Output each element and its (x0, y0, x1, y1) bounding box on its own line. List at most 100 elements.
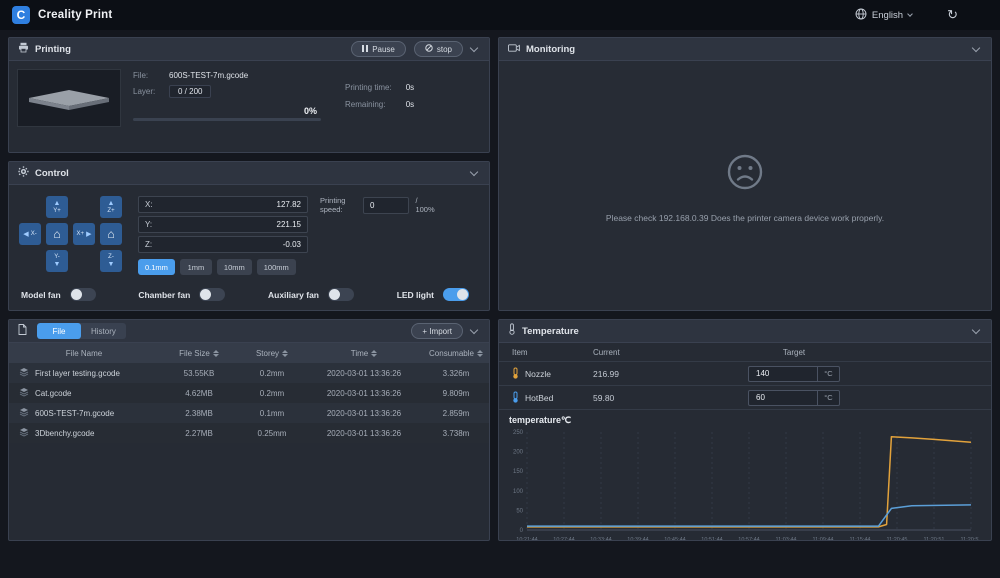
progress-percent-label: 0% (133, 106, 321, 116)
progress-bar (133, 118, 321, 121)
temperature-table-header: Item Current Target (499, 343, 991, 362)
remaining-value: 0s (406, 100, 414, 109)
step-button-1mm[interactable]: 1mm (180, 259, 212, 275)
file-size: 2.27MB (159, 429, 239, 438)
printing-time-label: Printing time: (345, 83, 392, 92)
svg-text:100: 100 (513, 489, 524, 495)
chamber-fan-label: Chamber fan (138, 290, 190, 300)
gcode-file-icon (19, 387, 29, 399)
model-fan-label: Model fan (21, 290, 61, 300)
svg-text:0: 0 (520, 528, 524, 534)
refresh-button[interactable]: ↻ (947, 7, 958, 23)
temperature-row-hotbed: HotBed59.8060°C (499, 386, 991, 410)
toggle-model-fan[interactable] (70, 288, 96, 301)
temperature-row-nozzle: Nozzle216.99140°C (499, 362, 991, 386)
stop-icon (425, 44, 433, 54)
column-header-consumable[interactable]: Consumable (423, 349, 489, 358)
step-button-10mm[interactable]: 10mm (217, 259, 252, 275)
collapse-control-chevron-icon[interactable] (470, 168, 478, 176)
printing-speed-label: Printing speed: (320, 196, 357, 214)
svg-text:11:20:51: 11:20:51 (923, 537, 944, 541)
temperature-chart: 10:21:4410:27:4410:33:4410:39:4410:45:44… (501, 426, 979, 541)
jog-x-minus-button[interactable]: ◀ X- (19, 223, 41, 245)
file-row[interactable]: Cat.gcode4.62MB0.2mm2020-03-01 13:36:269… (9, 383, 489, 403)
file-time: 2020-03-01 13:36:26 (305, 429, 423, 438)
collapse-temperature-chevron-icon[interactable] (972, 326, 980, 334)
column-header-target: Target (709, 348, 879, 357)
arrow-down-icon: ▼ (54, 261, 61, 268)
file-row[interactable]: 600S-TEST-7m.gcode2.38MB0.1mm2020-03-01 … (9, 403, 489, 423)
tab-file[interactable]: File (37, 323, 81, 339)
file-row[interactable]: 3Dbenchy.gcode2.27MB0.25mm2020-03-01 13:… (9, 423, 489, 443)
printing-speed-max: / 100% (415, 196, 434, 214)
pause-button[interactable]: Pause (351, 41, 406, 57)
column-header-file-size[interactable]: File Size (159, 349, 239, 358)
import-button[interactable]: + Import (411, 323, 463, 339)
file-icon (18, 322, 27, 340)
svg-text:10:21:44: 10:21:44 (516, 537, 537, 541)
remaining-label: Remaining: (345, 100, 392, 109)
target-temp-input-hotbed[interactable]: 60°C (748, 390, 840, 406)
column-header-item: Item (499, 348, 579, 357)
axis-input-y[interactable]: Y:221.15 (138, 216, 308, 233)
printing-speed-input[interactable]: 0 (363, 197, 409, 214)
chart-title: temperature℃ (509, 415, 991, 426)
step-button-0.1mm[interactable]: 0.1mm (138, 259, 175, 275)
file-storey: 0.2mm (239, 369, 305, 378)
layer-progress: 0 / 200 (169, 85, 211, 98)
file-name: First layer testing.gcode (35, 369, 120, 378)
svg-text:10:45:44: 10:45:44 (664, 537, 685, 541)
axis-input-x[interactable]: X:127.82 (138, 196, 308, 213)
gcode-file-icon (19, 407, 29, 419)
collapse-printing-chevron-icon[interactable] (470, 44, 478, 52)
jog-z-minus-button[interactable]: Z- ▼ (100, 250, 122, 272)
home-z-button[interactable]: ⌂ (100, 223, 122, 245)
file-name: 600S-TEST-7m.gcode (35, 409, 114, 418)
toggle-auxiliary-fan[interactable] (328, 288, 354, 301)
sort-icon (477, 350, 483, 357)
collapse-files-chevron-icon[interactable] (470, 326, 478, 334)
language-selector[interactable]: English (855, 8, 912, 23)
toggle-chamber-fan[interactable] (199, 288, 225, 301)
file-consumable: 3.738m (423, 429, 489, 438)
toggle-led-light[interactable] (443, 288, 469, 301)
svg-text:11:09:44: 11:09:44 (812, 537, 833, 541)
print-preview-thumbnail (17, 69, 121, 127)
target-temp-input-nozzle[interactable]: 140°C (748, 366, 840, 382)
file-table-header: File NameFile SizeStoreyTimeConsumable (9, 343, 489, 363)
stop-button[interactable]: stop (414, 41, 463, 57)
svg-text:10:33:44: 10:33:44 (590, 537, 611, 541)
gcode-file-icon (19, 367, 29, 379)
arrow-left-icon: ◀ (23, 231, 28, 238)
file-size: 53.55KB (159, 369, 239, 378)
jog-y-minus-button[interactable]: Y- ▼ (46, 250, 68, 272)
file-time: 2020-03-01 13:36:26 (305, 369, 423, 378)
file-row[interactable]: First layer testing.gcode 53.55KB0.2mm202… (9, 363, 489, 383)
file-consumable: 9.809m (423, 389, 489, 398)
step-button-100mm[interactable]: 100mm (257, 259, 296, 275)
tab-history[interactable]: History (81, 323, 126, 339)
monitoring-panel-title: Monitoring (526, 44, 575, 55)
file-time: 2020-03-01 13:36:26 (305, 409, 423, 418)
home-xy-button[interactable]: ⌂ (46, 223, 68, 245)
pause-icon (362, 45, 368, 54)
sort-icon (371, 350, 377, 357)
svg-text:10:51:44: 10:51:44 (701, 537, 722, 541)
svg-text:250: 250 (513, 430, 524, 436)
jog-x-plus-button[interactable]: X+ ▶ (73, 223, 95, 245)
file-name: 3Dbenchy.gcode (35, 429, 94, 438)
column-header-storey[interactable]: Storey (239, 349, 305, 358)
collapse-monitoring-chevron-icon[interactable] (972, 44, 980, 52)
file-history-tabs: File History (37, 323, 126, 339)
axis-input-z[interactable]: Z:-0.03 (138, 236, 308, 253)
printing-panel-title: Printing (35, 44, 71, 55)
column-header-time[interactable]: Time (305, 349, 423, 358)
file-time: 2020-03-01 13:36:26 (305, 389, 423, 398)
jog-z-plus-button[interactable]: ▲ Z+ (100, 196, 122, 218)
file-storey: 0.1mm (239, 409, 305, 418)
heater-name: Nozzle (525, 369, 551, 379)
arrow-down-icon: ▼ (108, 261, 115, 268)
nozzle-thermometer-icon (511, 367, 520, 381)
jog-y-plus-button[interactable]: ▲ Y+ (46, 196, 68, 218)
file-consumable: 3.326m (423, 369, 489, 378)
